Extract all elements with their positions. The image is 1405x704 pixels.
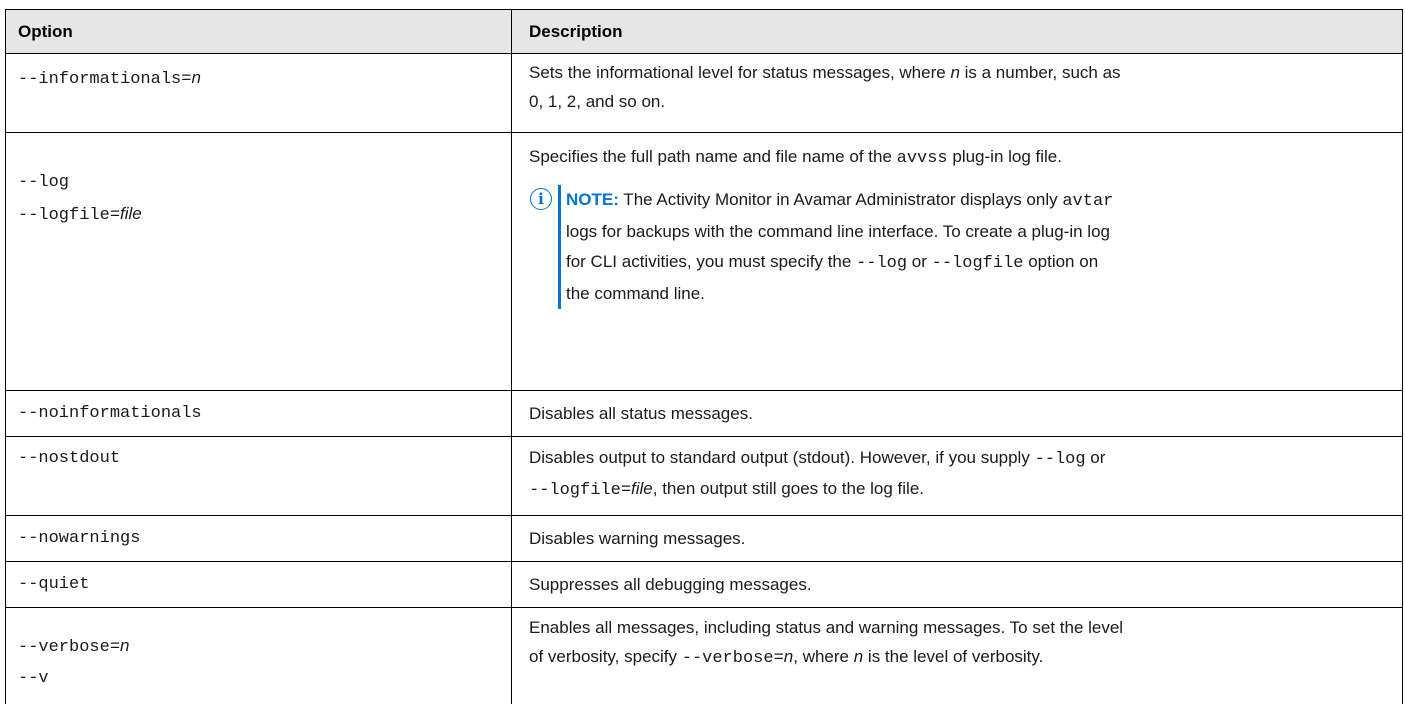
description-text: Disables warning messages. xyxy=(529,528,746,548)
option-name: --logfile= xyxy=(18,206,121,225)
description-text: is a number, such as xyxy=(959,63,1121,82)
note-callout: i NOTE: The Activity Monitor in Avamar A… xyxy=(529,185,1388,309)
option-name: --nostdout xyxy=(18,449,121,468)
table-row: --verbose=n --v Enables all messages, in… xyxy=(6,608,1402,704)
option-name: --noinformationals xyxy=(6,391,512,436)
option-name: --quiet xyxy=(6,562,512,607)
inline-code: --logfile xyxy=(931,254,1024,273)
description-text: Disables output to standard output (stdo… xyxy=(529,448,1035,467)
options-table: Option Description --informationals=n Se… xyxy=(5,9,1403,704)
note-text: option on xyxy=(1023,252,1099,271)
description-text: Specifies the full path name and file na… xyxy=(529,147,897,166)
option-name: --verbose= xyxy=(18,638,121,657)
note-text: or xyxy=(907,252,932,271)
option-cell: --verbose=n --v xyxy=(6,608,512,704)
option-name: --log xyxy=(18,173,70,192)
note-text: The Activity Monitor in Avamar Administr… xyxy=(618,190,1063,209)
note-text: logs for backups with the command line i… xyxy=(566,222,1110,241)
option-cell: --informationals=n xyxy=(6,54,512,132)
option-name: --nowarnings xyxy=(6,516,512,561)
description-cell: Specifies the full path name and file na… xyxy=(512,133,1402,390)
option-variable: n xyxy=(120,636,130,655)
inline-code: avtar xyxy=(1062,192,1114,211)
description-variable: n xyxy=(783,647,794,666)
option-variable: file xyxy=(120,204,142,223)
description-text: is the level of verbosity. xyxy=(863,647,1044,666)
inline-code: --log xyxy=(856,254,908,273)
note-text: the command line. xyxy=(566,284,705,303)
description-text: Disables all status messages. xyxy=(529,403,753,423)
table-row: --informationals=n Sets the informationa… xyxy=(6,54,1402,133)
table-row: --nostdout Disables output to standard o… xyxy=(6,437,1402,516)
option-name: --v xyxy=(18,669,49,688)
description-cell: Enables all messages, including status a… xyxy=(512,608,1402,704)
description-variable: n xyxy=(950,63,960,82)
description-cell: Sets the informational level for status … xyxy=(512,54,1402,132)
note-text: for CLI activities, you must specify the xyxy=(566,252,857,271)
table-header-row: Option Description xyxy=(6,10,1402,54)
option-cell: --log --logfile=file xyxy=(6,133,512,390)
description-text: , where xyxy=(793,647,854,666)
description-variable: file xyxy=(631,479,653,498)
note-label: NOTE: xyxy=(566,190,619,209)
description-text: Suppresses all debugging messages. xyxy=(529,574,812,594)
info-icon: i xyxy=(530,188,552,210)
option-cell: --nostdout xyxy=(6,437,512,515)
inline-code: avvss xyxy=(896,149,948,168)
description-text: plug-in log file. xyxy=(947,147,1062,166)
table-row: --log --logfile=file Specifies the full … xyxy=(6,133,1402,391)
description-text: or xyxy=(1085,448,1106,467)
note-bar xyxy=(558,185,561,309)
description-text: Sets the informational level for status … xyxy=(529,63,951,82)
inline-code: --log xyxy=(1034,450,1086,469)
description-text: , then output still goes to the log file… xyxy=(652,479,924,498)
table-row: --noinformationals Disables all status m… xyxy=(6,391,1402,437)
description-text: of verbosity, specify xyxy=(529,647,682,666)
description-variable: n xyxy=(853,647,864,666)
description-text: 0, 1, 2, and so on. xyxy=(529,92,666,111)
header-description: Description xyxy=(529,21,623,41)
description-cell: Disables output to standard output (stdo… xyxy=(512,437,1402,515)
description-text: Enables all messages, including status a… xyxy=(529,618,1124,637)
header-option: Option xyxy=(6,10,512,53)
note-body: NOTE: The Activity Monitor in Avamar Adm… xyxy=(566,185,1113,309)
table-row: --quiet Suppresses all debugging message… xyxy=(6,562,1402,608)
inline-code: --logfile= xyxy=(529,481,632,500)
inline-code: --verbose= xyxy=(681,649,784,668)
option-variable: n xyxy=(191,68,201,87)
table-row: --nowarnings Disables warning messages. xyxy=(6,516,1402,562)
option-name: --informationals= xyxy=(18,70,192,89)
